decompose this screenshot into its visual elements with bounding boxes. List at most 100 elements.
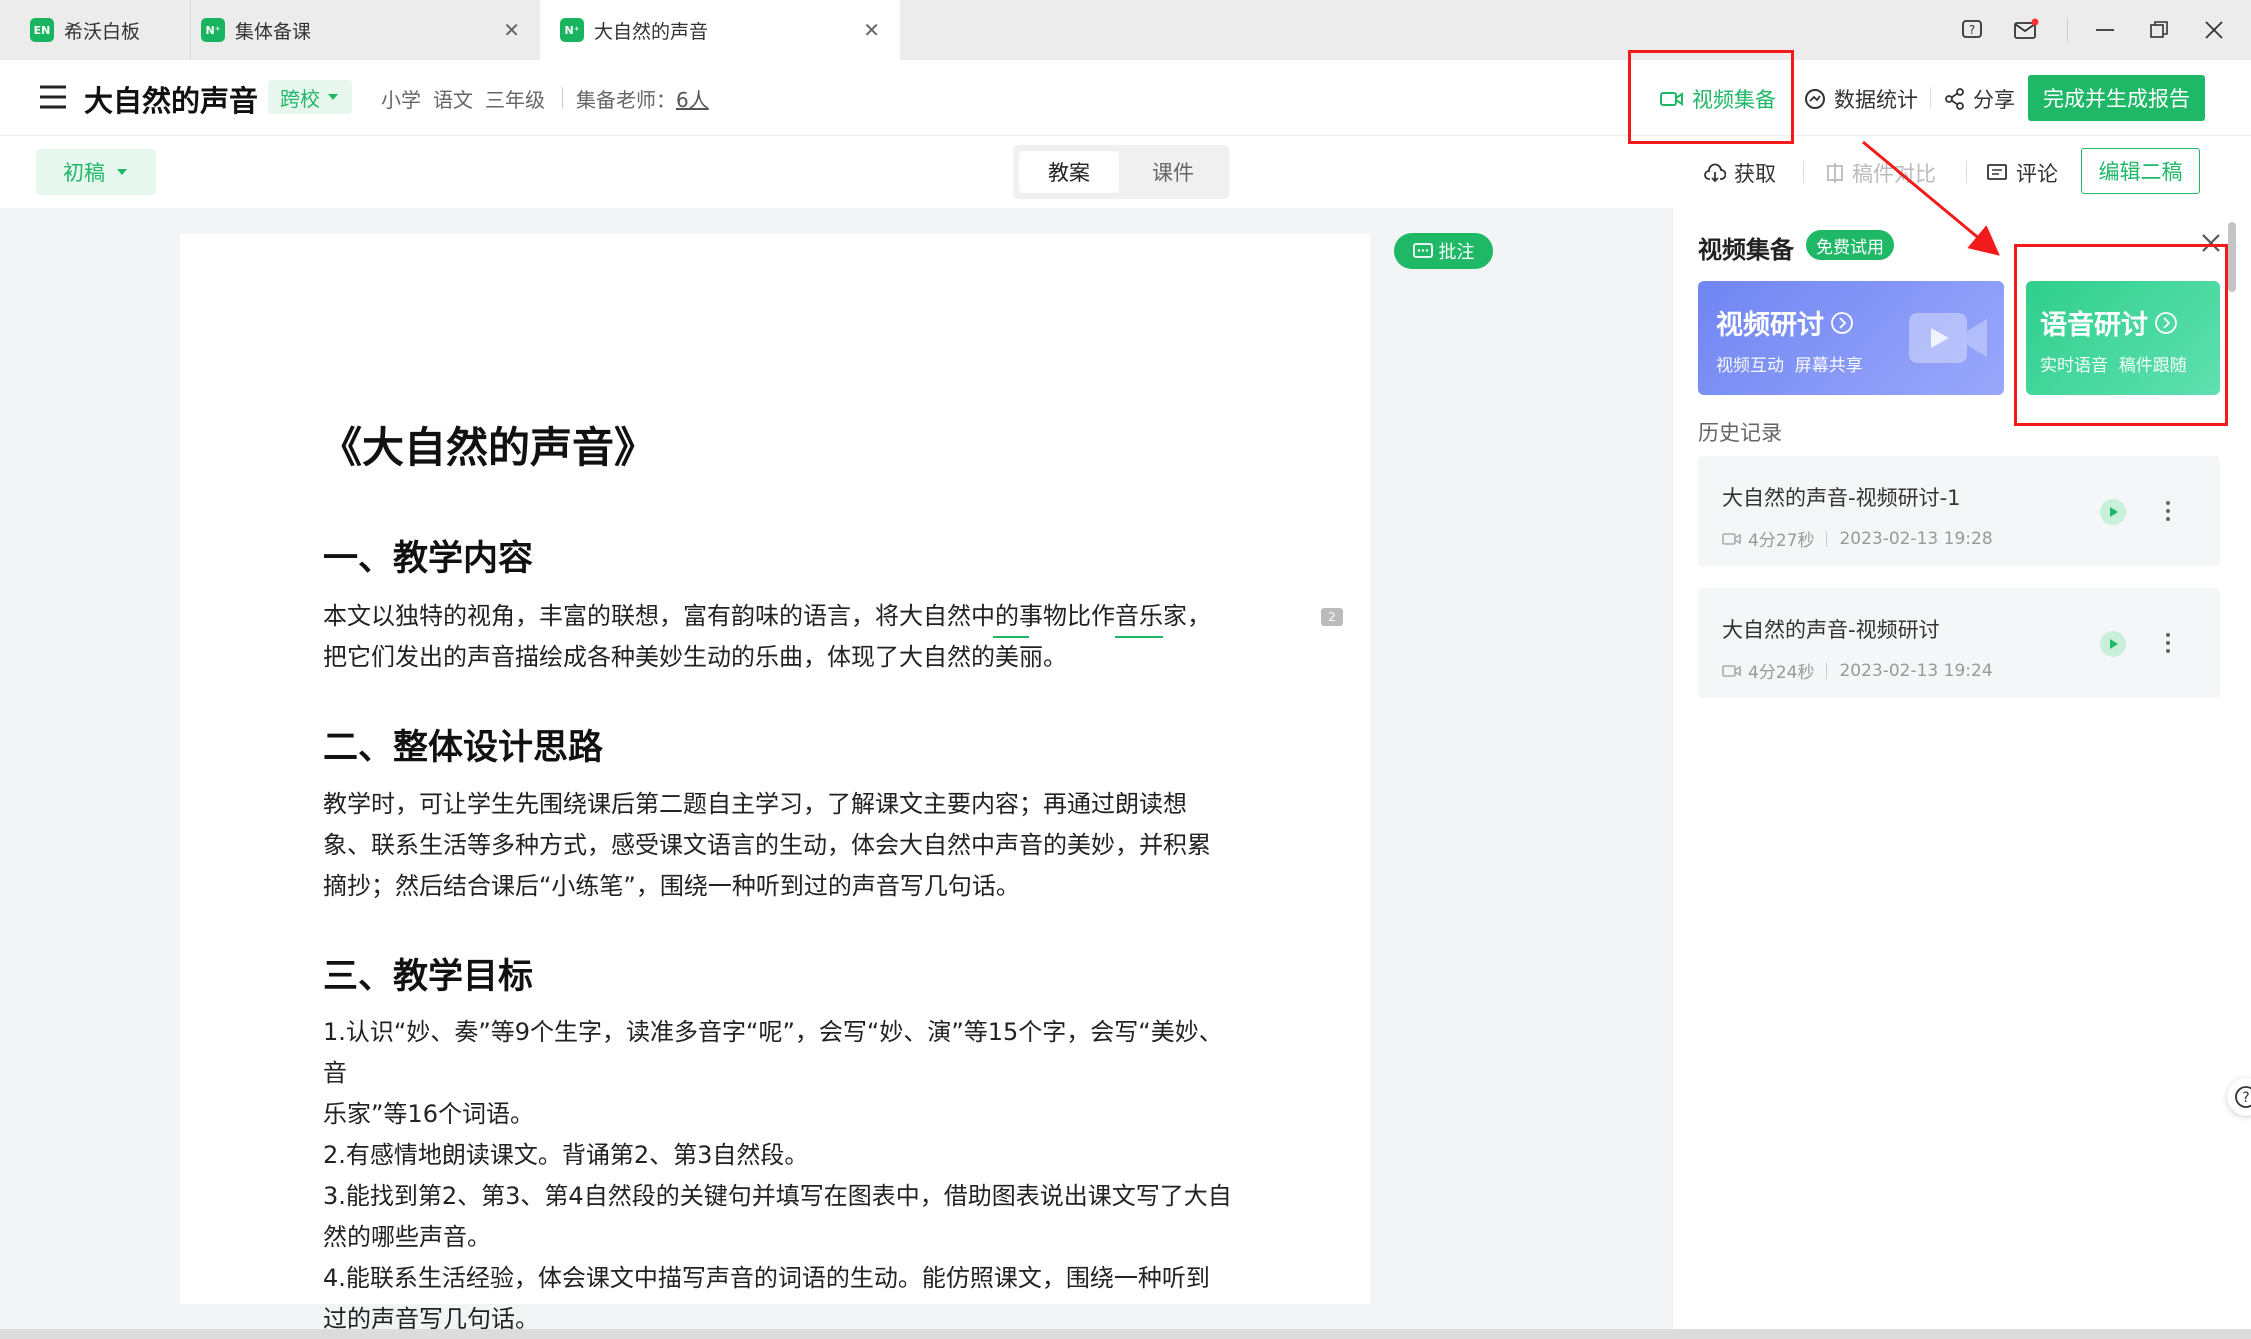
minimize-icon[interactable]: [2091, 16, 2119, 44]
video-icon: [1722, 532, 1741, 545]
draft-label: 初稿: [63, 161, 105, 185]
stats-icon: [1805, 89, 1825, 109]
play-icon[interactable]: [2100, 499, 2126, 525]
meta-level: 小学: [381, 88, 421, 112]
mail-icon[interactable]: [2012, 16, 2040, 44]
close-tab-icon[interactable]: ✕: [863, 18, 880, 42]
lesson-plan-document: 《大自然的声音》 一、教学内容 本文以独特的视角，丰富的联想，富有韵味的语言，将…: [180, 234, 1370, 1333]
tab-nature-sounds[interactable]: N⁺ 大自然的声音 ✕: [540, 0, 900, 60]
app-logo-icon: N⁺: [201, 18, 225, 42]
history-item[interactable]: 大自然的声音-视频研讨 4分24秒 2023-02-13 19:24: [1698, 588, 2220, 698]
history-duration: 4分24秒: [1748, 663, 1815, 683]
comment-underline[interactable]: [993, 636, 1029, 638]
title-bar: EN 希沃白板 N⁺ 集体备课 ✕ N⁺ 大自然的声音 ✕ ?: [0, 0, 2251, 60]
tab-lesson-plan[interactable]: 教案: [1019, 151, 1119, 193]
restore-icon[interactable]: [2145, 16, 2173, 44]
history-meta: 4分27秒 2023-02-13 19:28: [1722, 526, 1993, 551]
divider: [1826, 662, 1828, 679]
history-label: 历史记录: [1698, 421, 1782, 445]
tab-group-prep[interactable]: N⁺ 集体备课 ✕: [190, 0, 540, 60]
teachers-count-link[interactable]: 6人: [676, 84, 709, 113]
tab-label: 大自然的声音: [594, 20, 709, 43]
tab-label: 集体备课: [235, 20, 312, 43]
compare-icon: [1827, 163, 1843, 183]
data-stats-button[interactable]: 数据统计: [1804, 84, 1918, 114]
red-arrow-icon: [1862, 140, 2000, 256]
close-tab-icon[interactable]: ✕: [503, 18, 520, 42]
document-title: 《大自然的声音》: [320, 423, 657, 472]
tab-seewo-whiteboard[interactable]: EN 希沃白板: [0, 0, 190, 60]
lesson-header: 大自然的声音 跨校 小学 语文 三年级 集备老师： 6人 视频集备 数据统计 分…: [0, 60, 2251, 136]
caret-down-icon: [117, 169, 127, 175]
divider: [1826, 530, 1828, 547]
divider: [562, 87, 563, 109]
menu-icon[interactable]: [38, 84, 68, 110]
cross-school-dropdown[interactable]: 跨校: [268, 80, 352, 114]
fetch-button[interactable]: 获取: [1704, 158, 1776, 188]
annotate-button[interactable]: 批注: [1394, 233, 1493, 269]
meta-grade: 三年级: [485, 88, 545, 112]
history-title: 大自然的声音-视频研讨-1: [1722, 486, 1961, 510]
history-time: 2023-02-13 19:24: [1839, 660, 1993, 681]
lesson-meta: 小学 语文 三年级: [381, 84, 545, 113]
help-icon[interactable]: ?: [1958, 16, 1986, 44]
caret-down-icon: [328, 94, 338, 100]
more-options-icon[interactable]: [2164, 630, 2172, 656]
panel-scrollbar[interactable]: [2228, 222, 2236, 292]
history-duration: 4分27秒: [1748, 531, 1815, 551]
meta-subject: 语文: [433, 88, 473, 112]
teachers-label: 集备老师：: [576, 88, 676, 112]
page-title: 大自然的声音: [84, 84, 259, 118]
app-logo-icon: N⁺: [560, 18, 584, 42]
svg-text:?: ?: [1969, 23, 1975, 37]
divider: [1803, 161, 1804, 183]
section-heading: 三、教学目标: [323, 957, 534, 997]
fetch-label: 获取: [1734, 162, 1776, 186]
comment-label: 评论: [2016, 162, 2058, 186]
section-body: 教学时，可让学生先围绕课后第二题自主学习，了解课文主要内容；再通过朗读想 象、联…: [323, 790, 1211, 900]
history-title: 大自然的声音-视频研讨: [1722, 618, 1940, 642]
cross-school-label: 跨校: [280, 86, 320, 111]
card-title: 视频研讨: [1716, 310, 1824, 341]
annotation-icon: [1412, 243, 1433, 258]
history-time: 2023-02-13 19:28: [1839, 528, 1993, 549]
annotate-label: 批注: [1438, 242, 1475, 263]
panel-title: 视频集备: [1698, 236, 1794, 264]
section-body: 1.认识“妙、奏”等9个生字，读准多音字“呢”，会写“妙、演”等15个字，会写“…: [323, 1018, 1232, 1333]
card-subtitle: 视频互动 屏幕共享: [1716, 356, 1863, 376]
cloud-download-icon: [1704, 163, 1726, 183]
video-discussion-card[interactable]: 视频研讨 视频互动 屏幕共享: [1698, 281, 2004, 395]
bottom-strip: [0, 1329, 2251, 1339]
app-logo-icon: EN: [30, 18, 54, 42]
teachers-info: 集备老师： 6人: [576, 84, 709, 113]
history-meta: 4分24秒 2023-02-13 19:24: [1722, 658, 1993, 683]
draft-dropdown[interactable]: 初稿: [36, 149, 156, 195]
finish-report-button[interactable]: 完成并生成报告: [2028, 75, 2205, 121]
highlight-box-voice-discussion: [2014, 244, 2228, 426]
data-stats-label: 数据统计: [1834, 88, 1918, 112]
more-options-icon[interactable]: [2164, 498, 2172, 524]
tab-courseware[interactable]: 课件: [1123, 151, 1223, 193]
tab-label: 希沃白板: [64, 20, 141, 43]
section-body: 本文以独特的视角，丰富的联想，富有韵味的语言，将大自然中的事物比作音乐家， 把它…: [323, 602, 1211, 671]
video-icon: [1722, 664, 1741, 677]
comment-count-badge[interactable]: 2: [1321, 608, 1343, 626]
divider: [2067, 18, 2068, 42]
divider: [1930, 87, 1931, 109]
arrow-circle-icon: [1831, 311, 1853, 334]
section-heading: 一、教学内容: [323, 539, 534, 579]
video-camera-illustration-icon: [1909, 313, 1987, 363]
comment-underline[interactable]: [1115, 636, 1163, 638]
play-icon[interactable]: [2100, 631, 2126, 657]
close-window-icon[interactable]: [2200, 16, 2228, 44]
history-item[interactable]: 大自然的声音-视频研讨-1 4分27秒 2023-02-13 19:28: [1698, 456, 2220, 566]
video-discussion-title: 视频研讨: [1716, 303, 1854, 342]
share-label: 分享: [1973, 88, 2015, 112]
share-button[interactable]: 分享: [1945, 84, 2015, 114]
svg-text:?: ?: [2242, 1090, 2249, 1106]
edit-second-draft-button[interactable]: 编辑二稿: [2081, 148, 2200, 194]
help-float-icon[interactable]: ?: [2227, 1078, 2251, 1116]
section-heading: 二、整体设计思路: [323, 728, 604, 768]
highlight-box-video-prep: [1628, 50, 1794, 144]
share-icon: [1945, 88, 1964, 110]
